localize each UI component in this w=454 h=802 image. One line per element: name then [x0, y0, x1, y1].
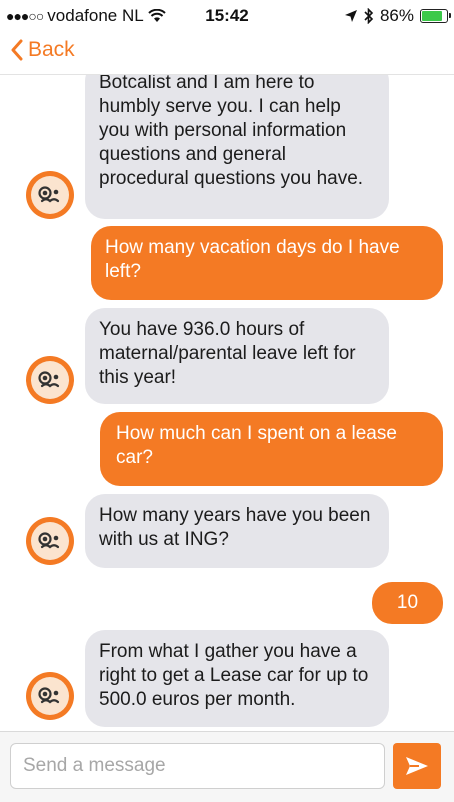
status-indicators: 86%	[344, 6, 451, 26]
chat-transcript[interactable]: Botcalist and I am here to humbly serve …	[0, 75, 454, 731]
bot-message: You have 936.0 hours of maternal/parenta…	[85, 308, 389, 404]
bot-avatar	[26, 672, 74, 720]
battery-percentage: 86%	[379, 6, 414, 25]
status-bar: ●●●○○ vodafone NL 15:42 86%	[0, 0, 454, 30]
message-text: Botcalist and I am here to humbly serve …	[99, 75, 364, 189]
user-message: How many vacation days do I have left?	[91, 226, 443, 300]
bot-avatar	[26, 517, 74, 565]
user-message: 10	[372, 582, 443, 624]
bot-monocle-face-icon	[38, 186, 60, 203]
message-text: From what I gather you have a right to g…	[99, 641, 369, 710]
message-text: How many vacation days do I have left?	[105, 237, 400, 282]
chevron-left-icon	[11, 39, 23, 61]
send-button[interactable]	[393, 743, 441, 789]
message-text: How much can I spent on a lease car?	[116, 423, 397, 468]
send-arrow-icon	[406, 757, 428, 775]
user-message: How much can I spent on a lease car?	[100, 412, 443, 486]
navigation-bar: Back	[0, 30, 454, 75]
back-label: Back	[28, 38, 75, 61]
message-text: How many years have you been with us at …	[99, 505, 371, 550]
battery-icon	[420, 9, 451, 23]
bot-message: How many years have you been with us at …	[85, 494, 389, 568]
bot-avatar	[26, 171, 74, 219]
location-arrow-icon	[344, 10, 357, 22]
bot-monocle-face-icon	[38, 687, 60, 704]
bot-message: Botcalist and I am here to humbly serve …	[85, 75, 389, 219]
battery-level	[422, 11, 443, 21]
back-button[interactable]: Back	[10, 38, 75, 62]
message-text: 10	[396, 592, 419, 613]
bot-monocle-face-icon	[38, 371, 60, 388]
message-composer	[0, 731, 454, 802]
message-input[interactable]	[10, 743, 385, 789]
bluetooth-icon	[364, 8, 374, 24]
bot-monocle-face-icon	[38, 532, 60, 549]
bot-avatar	[26, 356, 74, 404]
bot-message: From what I gather you have a right to g…	[85, 630, 389, 727]
message-text: You have 936.0 hours of maternal/parenta…	[99, 319, 356, 388]
